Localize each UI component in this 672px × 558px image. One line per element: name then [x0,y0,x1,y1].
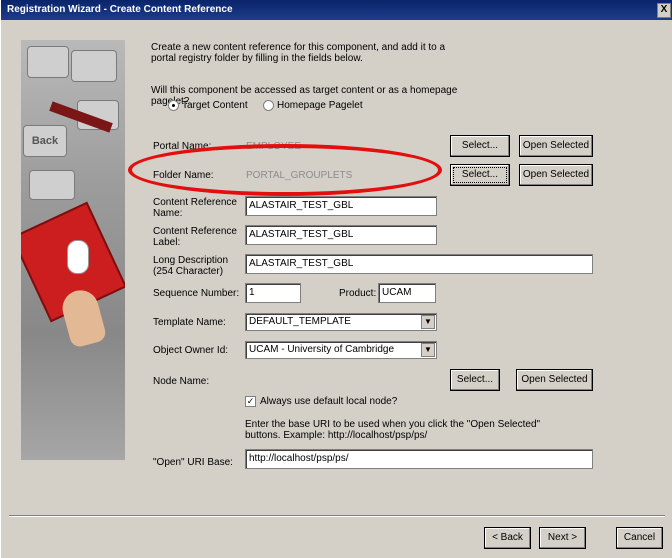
object-owner-value: UCAM - University of Cambridge [249,344,395,355]
long-description-input[interactable]: ALASTAIR_TEST_GBL [245,254,593,274]
folder-open-selected-button[interactable]: Open Selected [519,164,593,186]
sequence-number-input[interactable]: 1 [245,283,301,303]
node-select-button[interactable]: Select... [450,369,500,391]
wizard-window: Registration Wizard - Create Content Ref… [0,0,672,558]
intro-text: Create a new content reference for this … [151,42,446,64]
close-icon[interactable]: X [657,3,671,18]
template-name-select[interactable]: DEFAULT_TEMPLATE ▼ [245,313,437,331]
content-ref-name-label: Content Reference Name: [153,197,237,219]
product-label: Product: [339,288,377,299]
product-input[interactable]: UCAM [378,283,436,303]
portal-open-selected-button[interactable]: Open Selected [519,135,593,157]
node-open-selected-button[interactable]: Open Selected [516,369,593,391]
object-owner-label: Object Owner Id: [153,345,229,356]
next-button[interactable]: Next > [539,527,586,549]
uri-base-label: "Open" URI Base: [153,457,233,468]
default-node-checkbox[interactable]: ✓ [245,396,256,407]
footer-separator [9,515,665,517]
folder-select-button[interactable]: Select... [450,164,510,186]
homepage-pagelet-radio[interactable] [263,100,274,111]
keyboard-key-image [29,170,75,200]
sequence-number-label: Sequence Number: [153,288,240,299]
keyboard-key-image [71,50,117,82]
content-ref-label-label: Content Reference Label: [153,226,237,248]
back-key-image: Back [23,125,67,157]
node-name-label: Node Name: [153,376,210,387]
uri-base-input[interactable]: http://localhost/psp/ps/ [245,449,593,469]
highlight-ellipse [128,144,442,196]
content-ref-name-input[interactable]: ALASTAIR_TEST_GBL [245,196,437,216]
window-title: Registration Wizard - Create Content Ref… [7,4,233,15]
homepage-pagelet-label: Homepage Pagelet [277,100,363,111]
mouse-image [67,240,89,274]
default-node-label: Always use default local node? [260,396,398,407]
content-ref-label-input[interactable]: ALASTAIR_TEST_GBL [245,225,437,245]
template-name-label: Template Name: [153,317,226,328]
chevron-down-icon[interactable]: ▼ [421,315,435,329]
title-bar: Registration Wizard - Create Content Ref… [1,0,672,20]
object-owner-select[interactable]: UCAM - University of Cambridge ▼ [245,341,437,359]
keyboard-key-image [27,46,69,78]
back-button[interactable]: < Back [484,527,531,549]
template-name-value: DEFAULT_TEMPLATE [249,316,351,327]
cancel-button[interactable]: Cancel [616,527,663,549]
long-description-label: Long Description (254 Character) [153,255,229,277]
portal-select-button[interactable]: Select... [450,135,510,157]
target-content-radio[interactable] [168,100,179,111]
uri-help-text: Enter the base URI to be used when you c… [245,419,541,441]
chevron-down-icon[interactable]: ▼ [421,343,435,357]
target-content-label: Target Content [182,100,248,111]
wizard-side-image: Back [21,40,125,460]
